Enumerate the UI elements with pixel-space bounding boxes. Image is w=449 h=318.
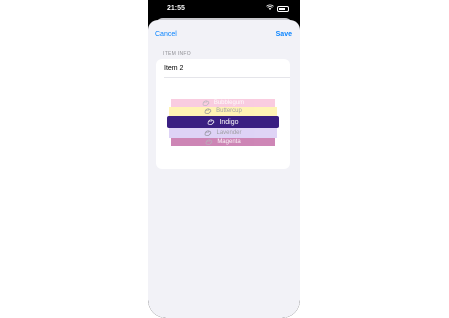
- paintpalette-icon: [207, 119, 215, 125]
- section-header: ITEM INFO: [163, 51, 191, 57]
- picker-row-label: Lavender: [216, 129, 242, 136]
- cancel-button[interactable]: Cancel: [155, 31, 177, 38]
- picker-row-indigo[interactable]: Indigo: [167, 116, 279, 128]
- status-time: 21:55: [167, 5, 185, 12]
- edit-item-sheet: Cancel Save ITEM INFO Bubblegum Buttercup…: [148, 20, 300, 318]
- item-name-field[interactable]: [156, 59, 290, 77]
- picker-row-label: Bubblegum: [213, 99, 245, 106]
- item-info-card: Bubblegum Buttercup Indigo Lavender Magenta: [156, 59, 290, 169]
- picker-row-buttercup[interactable]: Buttercup: [169, 106, 277, 116]
- picker-row-label: Magenta: [217, 138, 241, 145]
- status-bar: 21:55: [148, 0, 300, 18]
- paintpalette-icon: [205, 139, 213, 145]
- status-icons: [266, 4, 289, 13]
- phone-frame: 21:55 Cancel Save ITEM INFO Bubblegum But…: [148, 0, 300, 318]
- divider: [164, 77, 290, 78]
- picker-row-magenta[interactable]: Magenta: [171, 137, 275, 146]
- picker-row-bubblegum[interactable]: Bubblegum: [171, 98, 275, 107]
- paintpalette-icon: [202, 100, 210, 106]
- battery-icon: [277, 5, 289, 12]
- picker-row-lavender[interactable]: Lavender: [169, 128, 277, 138]
- paintpalette-icon: [204, 130, 212, 136]
- wifi-icon: [266, 4, 274, 13]
- save-button[interactable]: Save: [276, 31, 292, 38]
- paintpalette-icon: [204, 108, 212, 115]
- picker-row-label: Buttercup: [216, 108, 242, 115]
- color-picker-wheel[interactable]: Bubblegum Buttercup Indigo Lavender Magenta: [167, 92, 279, 152]
- picker-row-label: Indigo: [219, 118, 239, 126]
